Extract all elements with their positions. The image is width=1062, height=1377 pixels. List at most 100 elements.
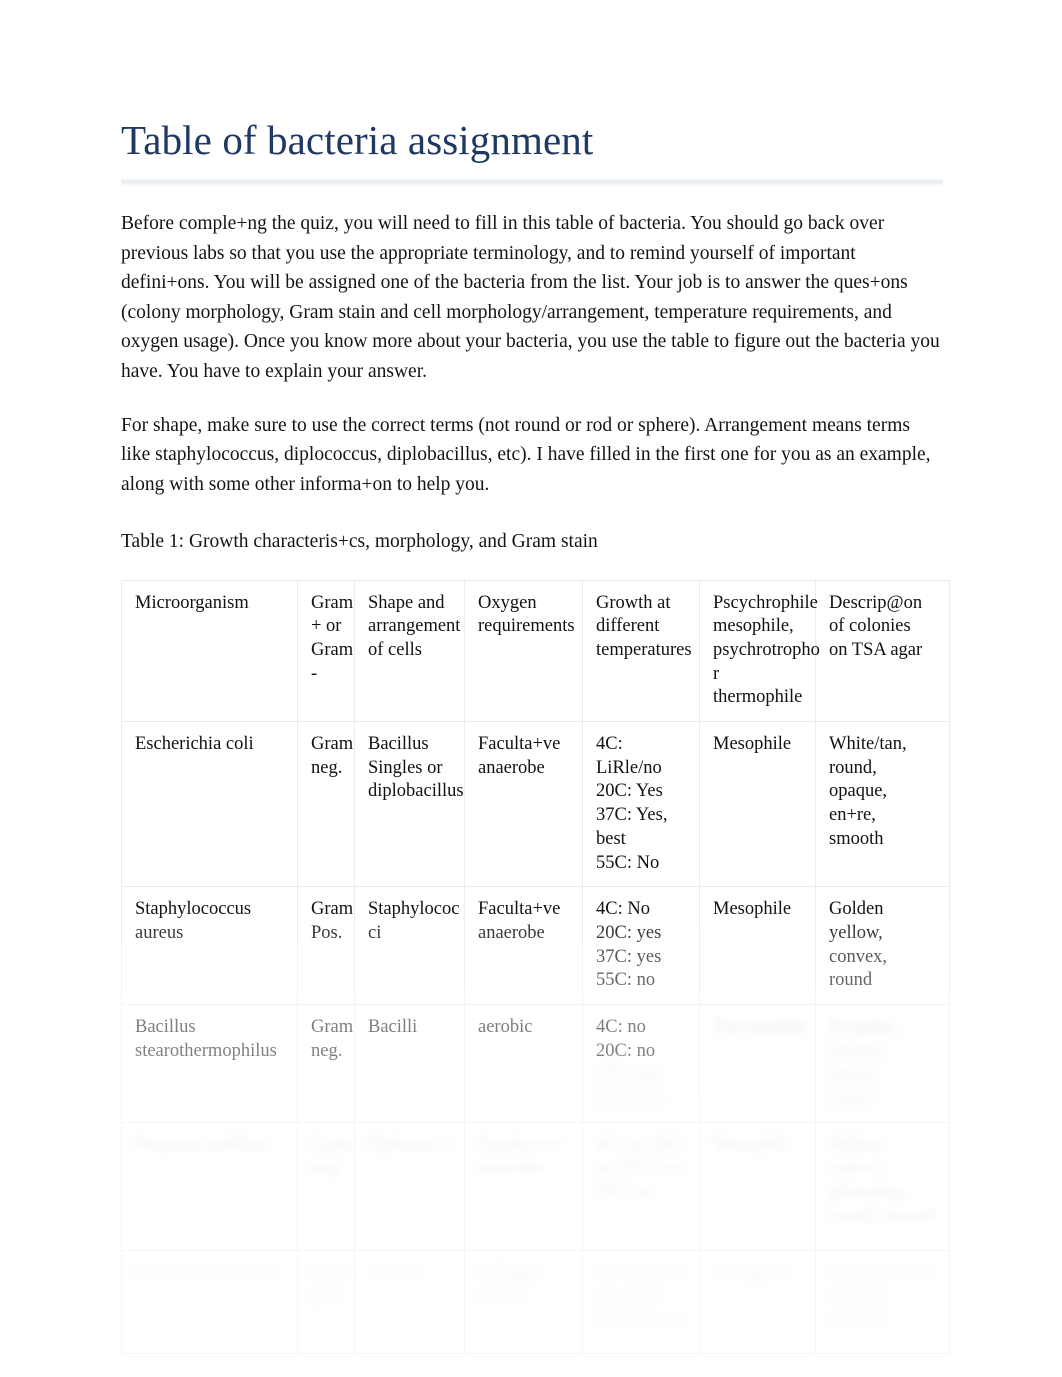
cell-text: diplobacillus (368, 781, 464, 802)
cell-text: Staphylococ (368, 899, 460, 920)
cell-microorganism: Micrococcus luteus (121, 1249, 298, 1354)
cell-text: best (596, 828, 626, 849)
cell-text: Gram (311, 734, 354, 755)
cell-text: Pos. (311, 922, 343, 943)
header-cell-thermal-class: Pscychrophile mesophile, psychrotropho r… (699, 579, 820, 723)
cell-shape: Staphylococ ci (354, 886, 465, 1005)
cell-text-redacted: Neisseria subflava (135, 1134, 272, 1155)
cell-text: ci (368, 922, 382, 943)
cell-text-redacted: Micrococcus luteus (135, 1262, 280, 1283)
cell-text-redacted: 37C: yes (596, 1064, 662, 1085)
cell-text-redacted: Faculta+ve anaerobe (478, 1134, 561, 1179)
cell-growth: 4C: no 20C: yes 37C: yes 55C: no (582, 1249, 700, 1354)
cell-text-redacted: Thermophile (713, 1016, 809, 1037)
table-row: Neisseria subflava Gram neg. Diplococci … (121, 1121, 950, 1251)
cell-oxygen: Obligate aerobe (464, 1249, 583, 1354)
cell-text: Faculta+ve (478, 899, 561, 920)
header-text: Descrip@on (829, 592, 923, 613)
header-text: - (311, 663, 318, 684)
cell-growth: 4C: no 20C: no 37C: yes 55C: no (582, 1121, 700, 1251)
cell-growth: 4C: No 20C: yes 37C: yes 55C: no (582, 886, 700, 1005)
table-row: Staphylococcus aureus Gram Pos. Staphylo… (121, 886, 950, 1005)
cell-text: 37C: yes (596, 946, 662, 967)
cell-shape: Tetrads (354, 1249, 465, 1354)
header-cell-oxygen: Oxygen requirements (464, 579, 583, 723)
header-text: Microorganism (135, 592, 249, 613)
table-container: Microorganism Gram + or Gram - Shape and… (115, 579, 955, 1358)
cell-text: 4C: No (596, 899, 650, 920)
cell-text-redacted: Diplococci (368, 1134, 450, 1155)
cell-text: round, (829, 757, 877, 778)
intro-paragraph-1: Before comple+ng the quiz, you will need… (121, 212, 940, 383)
header-text: psychrotropho (713, 640, 820, 661)
cell-colonies: Golden yellow, convex, round (815, 886, 950, 1005)
cell-text: 4C: LiRle/no (596, 734, 662, 778)
header-text: temperatures (596, 640, 692, 661)
cell-gram: Gram pos. (297, 1249, 355, 1354)
cell-text-redacted: 4C: no 20C: no 37C: yes 55C: no (596, 1134, 687, 1202)
cell-text: 37C: Yes, (596, 805, 668, 826)
cell-oxygen: aerobic (464, 1003, 583, 1123)
header-text: Growth at (596, 592, 671, 613)
table-caption: Table 1: Growth characteris+cs, morpholo… (121, 530, 598, 552)
cell-text-redacted: Yellow, round, convex, smooth (829, 1262, 938, 1330)
header-cell-shape: Shape and arrangement of cells (354, 579, 465, 723)
cell-oxygen: Faculta+ve anaerobe (464, 721, 583, 888)
cell-growth: 4C: no 20C: no 37C: yes 55C: yes (582, 1003, 700, 1123)
header-text: Pscychrophile (713, 592, 818, 613)
cell-text: Staphylococcus aureus (135, 899, 252, 943)
cell-text: 20C: no (596, 1040, 656, 1061)
cell-text-redacted: rough (829, 1087, 873, 1108)
page-title: Table of bacteria assignment (121, 117, 594, 163)
header-cell-growth: Growth at different temperatures (582, 579, 700, 723)
cell-text: yellow, (829, 922, 883, 943)
cell-shape: Bacillus Singles or diplobacillus (354, 721, 465, 888)
cell-colonies: White/tan, round, opaque, en+re, smooth (815, 721, 950, 888)
document-content: Table of bacteria assignment Before comp… (115, 117, 955, 1358)
cell-text: neg. (311, 1040, 343, 1061)
header-text: requirements (478, 616, 575, 637)
header-text: + or (311, 616, 342, 637)
cell-oxygen: Faculta+ve anaerobe (464, 1121, 583, 1251)
cell-text: White/tan, (829, 734, 907, 755)
cell-text: opaque, (829, 781, 888, 802)
cell-text: smooth (829, 828, 884, 849)
header-text: Oxygen (478, 592, 537, 613)
cell-text: anaerobe (478, 922, 545, 943)
document-page: Table of bacteria assignment Before comp… (0, 0, 1062, 1377)
cell-text: 20C: Yes (596, 781, 663, 802)
cell-microorganism: Staphylococcus aureus (121, 886, 298, 1005)
cell-thermal-class: Mesophile (699, 1121, 816, 1251)
header-text: mesophile, (713, 616, 794, 637)
cell-thermal-class: Mesophile (699, 1249, 816, 1354)
cell-text: neg. (311, 757, 343, 778)
cell-text: Faculta+ve (478, 734, 561, 755)
cell-text: Mesophile (713, 899, 792, 920)
cell-text: Mesophile (713, 734, 792, 755)
cell-text: Gram (311, 899, 354, 920)
cell-text: en+re, (829, 805, 876, 826)
cell-text-redacted: Irregular, (829, 1016, 898, 1037)
cell-thermal-class: Mesophile (699, 721, 816, 888)
cell-gram: Gram neg. (297, 1003, 355, 1123)
cell-text-redacted: Gram pos. (311, 1262, 354, 1307)
header-cell-colonies: Descrip@on of colonies on TSA agar (815, 579, 950, 723)
header-text: different (596, 616, 660, 637)
cell-colonies: Yellow, convex, glistening, round, smoot… (815, 1121, 950, 1251)
cell-text: Bacilli (368, 1016, 418, 1037)
cell-text: Bacillus stearothermophilus (135, 1016, 277, 1061)
cell-text: 4C: no (596, 1016, 646, 1037)
cell-text: Golden (829, 899, 884, 920)
cell-gram: Gram neg. (297, 721, 355, 888)
cell-text-redacted: Yellow, convex, glistening, round, smoot… (829, 1134, 936, 1226)
cell-text: anaerobe (478, 757, 545, 778)
table-row: Bacillus stearothermophilus Gram neg. Ba… (121, 1003, 950, 1123)
header-text: Gram (311, 592, 354, 613)
header-text: of cells (368, 640, 422, 661)
header-text: r thermophile (713, 663, 803, 708)
cell-thermal-class: Thermophile (699, 1003, 816, 1123)
cell-text: Gram (311, 1016, 354, 1037)
cell-text: Bacillus (368, 734, 429, 755)
cell-text-redacted: Mesophile (713, 1134, 792, 1155)
header-text: on TSA agar (829, 640, 923, 661)
